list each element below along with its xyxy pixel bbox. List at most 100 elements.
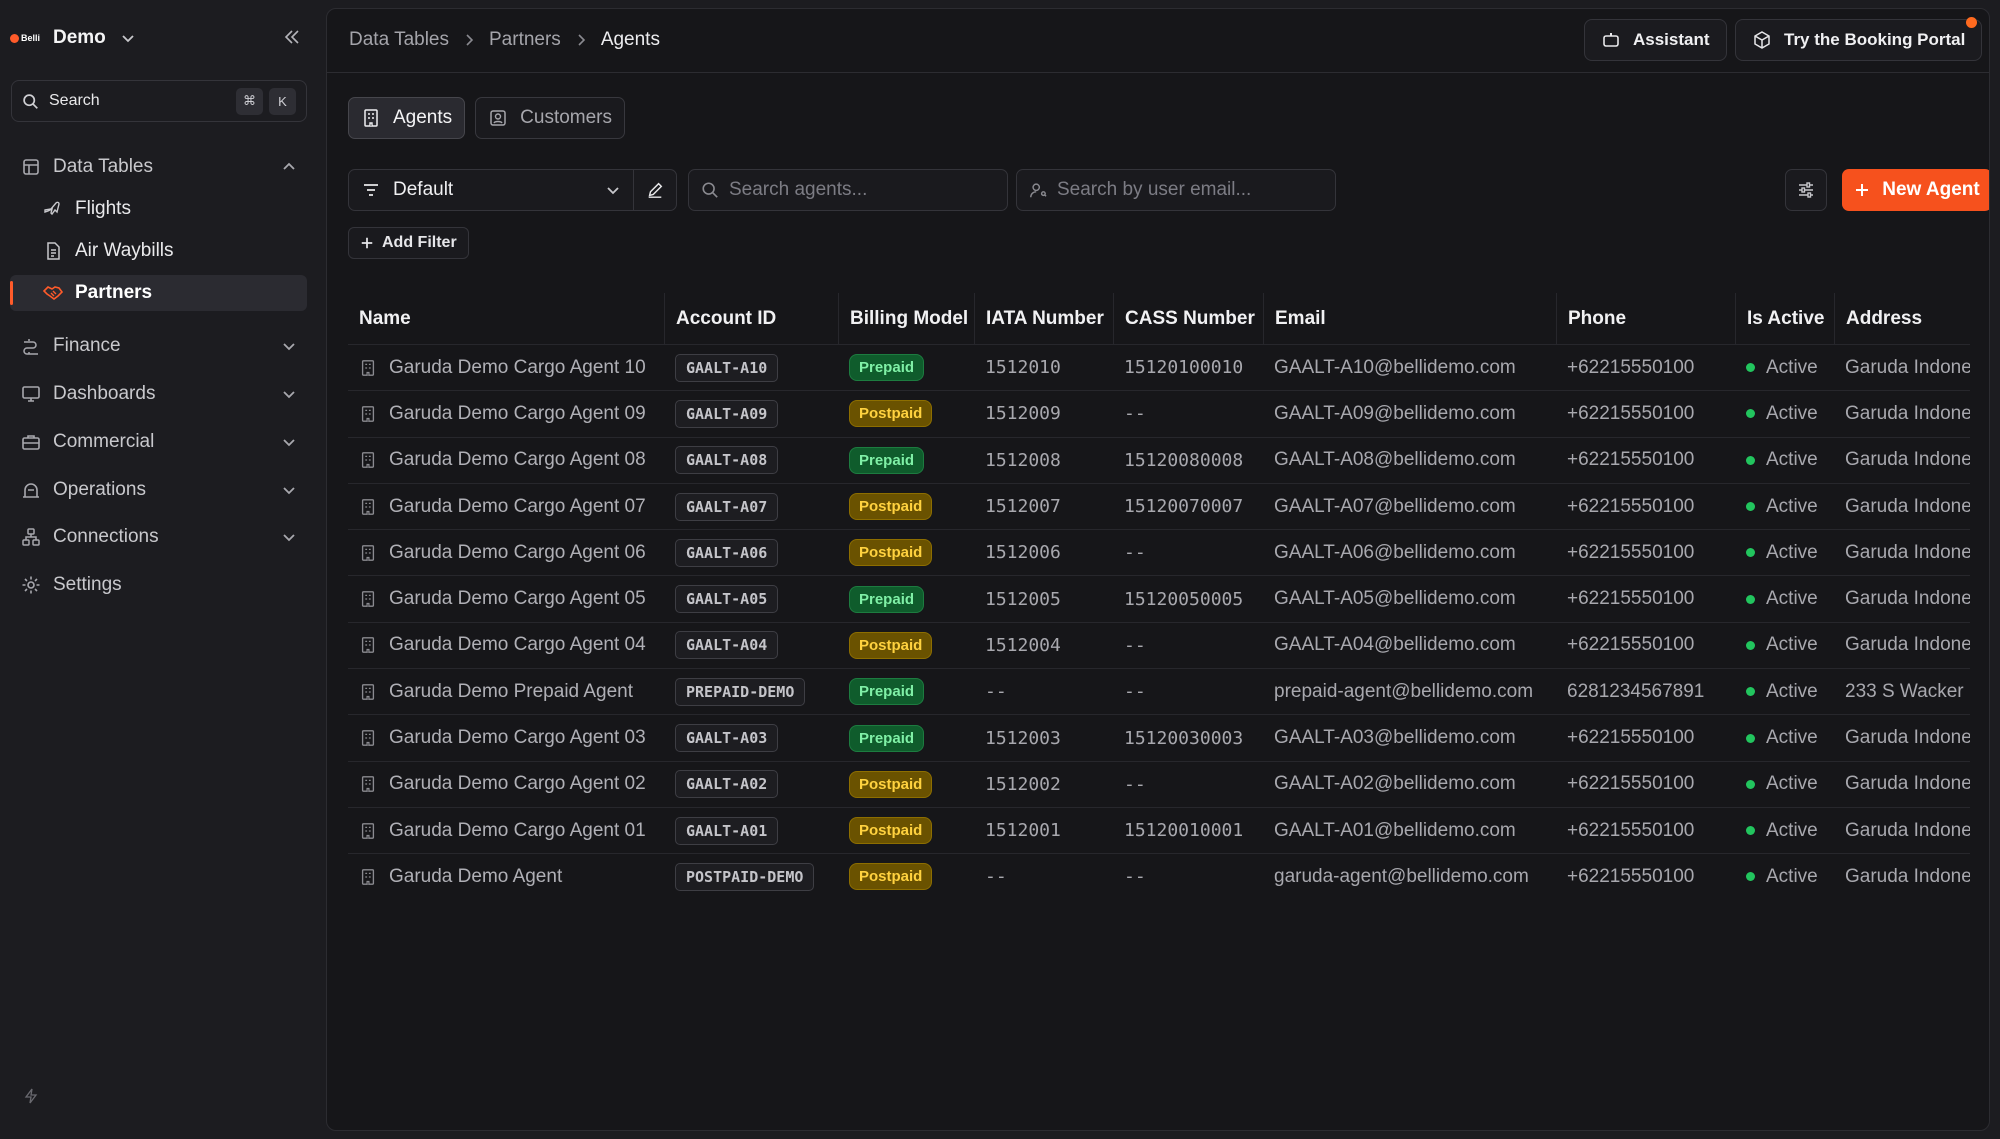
lightning-icon[interactable]: [24, 1088, 38, 1104]
table-row[interactable]: Garuda Demo Cargo Agent 07 GAALT-A07 Postp…: [348, 484, 1970, 531]
search-agents-field[interactable]: [688, 169, 1008, 211]
agent-name: Garuda Demo Cargo Agent 06: [389, 541, 646, 563]
tab-customers[interactable]: Customers: [475, 97, 626, 139]
chevron-down-icon: [283, 343, 295, 351]
booking-portal-button[interactable]: Try the Booking Portal: [1735, 19, 1983, 61]
cell-account-id: GAALT-A03: [664, 715, 838, 760]
sidebar-item-label: Dashboards: [53, 383, 156, 404]
cell-iata-number: 1512003: [985, 727, 1061, 749]
column-header-email[interactable]: Email: [1263, 293, 1556, 344]
cell-billing-model: Prepaid: [838, 345, 974, 390]
table-row[interactable]: Garuda Demo Cargo Agent 05 GAALT-A05 Prepa…: [348, 576, 1970, 623]
view-select[interactable]: Default: [348, 169, 634, 211]
cell-account-id: GAALT-A02: [664, 762, 838, 807]
cell-address: Garuda Indone: [1845, 865, 1970, 887]
cell-name: Garuda Demo Cargo Agent 07: [348, 484, 664, 529]
cell-email: GAALT-A08@bellidemo.com: [1274, 449, 1516, 471]
account-id-tag: GAALT-A07: [675, 492, 779, 521]
monitor-icon: [22, 386, 40, 402]
sidebar-item-connections[interactable]: Connections: [10, 519, 307, 555]
account-id-tag: GAALT-A08: [675, 446, 779, 475]
column-header-phone[interactable]: Phone: [1556, 293, 1735, 344]
sidebar-item-data-tables[interactable]: Data Tables: [10, 149, 307, 185]
cell-is-active: Active: [1735, 623, 1834, 668]
status-text: Active: [1766, 773, 1818, 795]
add-filter-button[interactable]: Add Filter: [348, 227, 469, 259]
cell-billing-model: Postpaid: [838, 854, 974, 893]
cell-address: Garuda Indone: [1845, 773, 1970, 795]
table-row[interactable]: Garuda Demo Prepaid Agent PREPAID-DEMO Pre…: [348, 669, 1970, 716]
connections-icon: [22, 528, 40, 546]
belli-logo: Belli: [10, 30, 42, 46]
column-header-account-id[interactable]: Account ID: [664, 293, 838, 344]
billing-badge: Postpaid: [849, 863, 933, 891]
column-header-iata-number[interactable]: IATA Number: [974, 293, 1113, 344]
sidebar-search[interactable]: Search ⌘ K: [11, 80, 307, 122]
sidebar-item-flights[interactable]: Flights: [10, 191, 307, 227]
breadcrumb-partners[interactable]: Partners: [489, 29, 561, 51]
cell-name: Garuda Demo Cargo Agent 09: [348, 391, 664, 436]
cell-phone: +62215550100: [1567, 541, 1695, 563]
sidebar-item-label: Settings: [53, 574, 122, 595]
operations-icon: [23, 483, 39, 498]
sidebar-item-air-waybills[interactable]: Air Waybills: [10, 233, 307, 269]
cell-name: Garuda Demo Cargo Agent 03: [348, 715, 664, 760]
cell-email: garuda-agent@bellidemo.com: [1274, 865, 1529, 887]
column-header-cass-number[interactable]: CASS Number: [1113, 293, 1263, 344]
cell-is-active: Active: [1735, 808, 1834, 853]
table-row[interactable]: Garuda Demo Cargo Agent 08 GAALT-A08 Prepa…: [348, 438, 1970, 484]
column-header-address[interactable]: Address: [1834, 293, 1970, 344]
sidebar-item-settings[interactable]: Settings: [10, 567, 307, 603]
table-row[interactable]: Garuda Demo Agent POSTPAID-DEMO Postpaid --…: [348, 854, 1970, 893]
sidebar-item-commercial[interactable]: Commercial: [10, 424, 307, 460]
sidebar-item-partners[interactable]: Partners: [10, 275, 307, 311]
cell-is-active: Active: [1735, 854, 1834, 893]
cell-cass-number: 15120030003: [1124, 727, 1244, 749]
status-text: Active: [1766, 402, 1818, 424]
table-row[interactable]: Garuda Demo Cargo Agent 09 GAALT-A09 Postp…: [348, 391, 1970, 438]
account-id-tag: GAALT-A04: [675, 631, 779, 660]
sidebar-item-label: Operations: [53, 479, 146, 500]
table-row[interactable]: Garuda Demo Cargo Agent 03 GAALT-A03 Prepa…: [348, 715, 1970, 762]
cell-name: Garuda Demo Cargo Agent 05: [348, 576, 664, 621]
sidebar-item-label: Flights: [75, 198, 131, 219]
table-row[interactable]: Garuda Demo Cargo Agent 04 GAALT-A04 Postp…: [348, 623, 1970, 670]
status-dot: [1746, 872, 1755, 882]
cell-address: 233 S Wacker: [1845, 680, 1964, 702]
building-icon: [364, 109, 378, 127]
cell-account-id: GAALT-A10: [664, 345, 838, 390]
table-row[interactable]: Garuda Demo Cargo Agent 10 GAALT-A10 Prepa…: [348, 345, 1970, 392]
sidebar-item-operations[interactable]: Operations: [10, 472, 307, 508]
agent-name: Garuda Demo Prepaid Agent: [389, 680, 633, 702]
search-agents-input[interactable]: [729, 179, 989, 201]
cell-is-active: Active: [1735, 484, 1834, 529]
breadcrumb-data-tables[interactable]: Data Tables: [349, 29, 449, 51]
table-row[interactable]: Garuda Demo Cargo Agent 02 GAALT-A02 Postp…: [348, 762, 1970, 808]
sidebar-item-finance[interactable]: Finance: [10, 328, 307, 364]
sidebar-item-dashboards[interactable]: Dashboards: [10, 376, 307, 412]
tab-agents[interactable]: Agents: [348, 97, 466, 139]
workspace-switcher[interactable]: Belli Demo: [10, 22, 136, 54]
cell-email: GAALT-A07@bellidemo.com: [1274, 495, 1516, 517]
search-email-input[interactable]: [1057, 179, 1317, 201]
column-header-is-active[interactable]: Is Active: [1735, 293, 1834, 344]
column-header-billing-model[interactable]: Billing Model: [838, 293, 974, 344]
edit-view-button[interactable]: [633, 169, 677, 211]
table-row[interactable]: Garuda Demo Cargo Agent 06 GAALT-A06 Postp…: [348, 530, 1970, 577]
cell-iata-number: 1512008: [985, 449, 1061, 471]
column-header-name[interactable]: Name: [348, 293, 664, 344]
cell-is-active: Active: [1735, 391, 1834, 436]
assistant-button[interactable]: Assistant: [1584, 19, 1727, 61]
cell-iata-number: 1512002: [985, 773, 1061, 795]
table-row[interactable]: Garuda Demo Cargo Agent 01 GAALT-A01 Postp…: [348, 808, 1970, 855]
column-settings-button[interactable]: [1785, 169, 1827, 211]
cell-iata-number: 1512010: [985, 357, 1061, 379]
billing-badge: Postpaid: [849, 400, 933, 428]
gear-icon: [22, 576, 40, 594]
main-panel: Data Tables Partners Agents Assistant Tr…: [326, 8, 1990, 1131]
cell-email: GAALT-A02@bellidemo.com: [1274, 773, 1516, 795]
new-agent-button[interactable]: New Agent: [1842, 169, 1989, 211]
search-email-field[interactable]: [1016, 169, 1336, 211]
cell-phone: +62215550100: [1567, 356, 1695, 378]
collapse-sidebar-icon[interactable]: [282, 27, 302, 47]
